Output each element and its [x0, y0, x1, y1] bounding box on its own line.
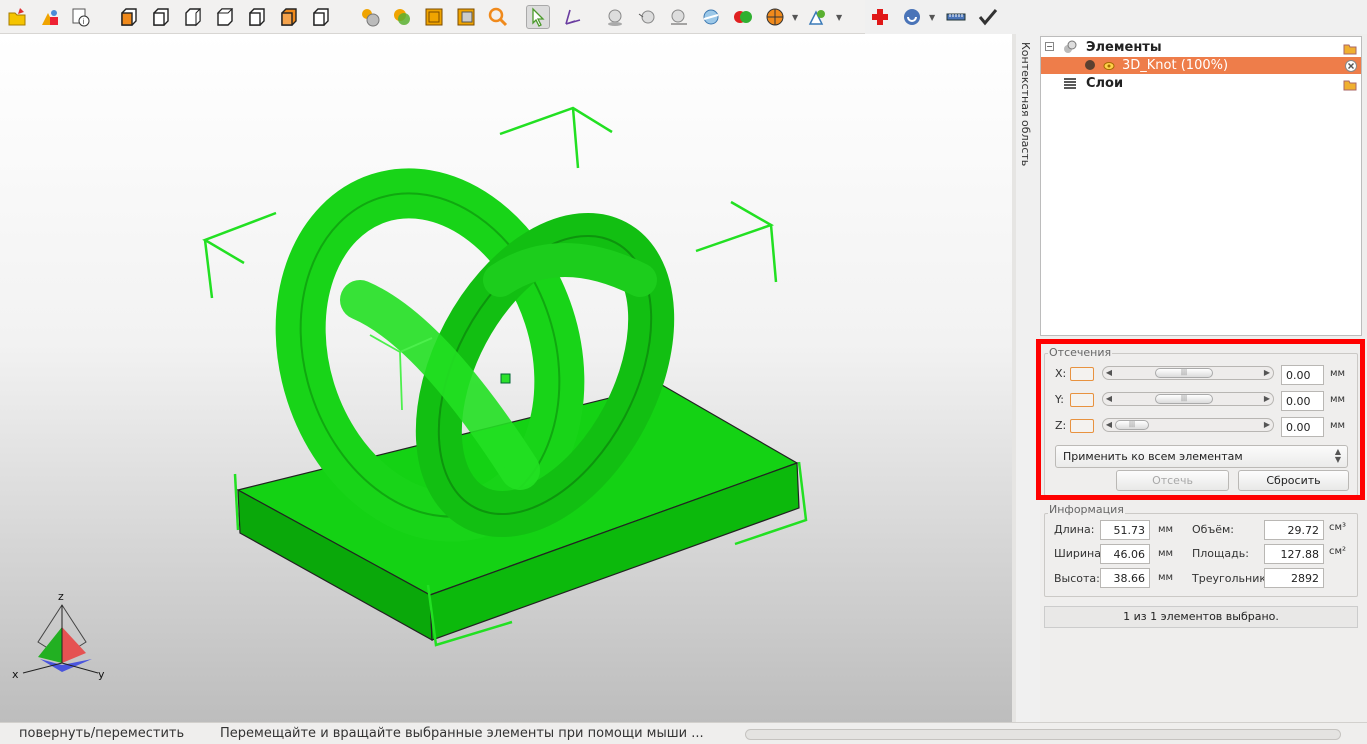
close-icon[interactable]: [1344, 59, 1358, 73]
rotate-icon[interactable]: [635, 5, 659, 29]
object-info-icon[interactable]: i: [69, 5, 93, 29]
render-colored-icon[interactable]: [390, 5, 414, 29]
width-label: Ширина:: [1054, 547, 1105, 560]
context-area-tab[interactable]: Контекстная область: [1018, 40, 1036, 170]
panel-splitter[interactable]: [1012, 34, 1016, 722]
objects-icon: [1064, 40, 1077, 53]
wireframe-icon[interactable]: [422, 5, 446, 29]
view-back-icon[interactable]: [149, 5, 173, 29]
view-iso-icon[interactable]: [309, 5, 333, 29]
object-tree[interactable]: − Элементы 3D_Knot (100%) Слои: [1040, 36, 1362, 336]
width-unit: мм: [1158, 548, 1174, 559]
measure-icon[interactable]: [667, 5, 691, 29]
height-label: Высота:: [1054, 572, 1100, 585]
length-label: Длина:: [1054, 523, 1095, 536]
tree-root-elements[interactable]: − Элементы: [1041, 39, 1361, 56]
zoom-icon[interactable]: [486, 5, 510, 29]
view-top-icon[interactable]: [245, 5, 269, 29]
color-icon[interactable]: [731, 5, 755, 29]
status-hint: Перемещайте и вращайте выбранные элемент…: [220, 726, 704, 741]
view-front-icon[interactable]: [117, 5, 141, 29]
open-file-icon[interactable]: [5, 5, 29, 29]
horizontal-scrollbar[interactable]: [745, 729, 1341, 740]
status-bar: повернуть/переместить Перемещайте и вращ…: [0, 722, 1367, 744]
chevron-down-icon[interactable]: ▼: [929, 13, 935, 22]
pivot-handle[interactable]: [500, 373, 511, 384]
ruler-icon[interactable]: [944, 5, 968, 29]
folder-open-icon[interactable]: [1343, 77, 1357, 91]
export-icon[interactable]: [900, 5, 924, 29]
texture-icon[interactable]: [454, 5, 478, 29]
mesh-icon: [1085, 60, 1095, 70]
move-axis-icon[interactable]: [560, 5, 584, 29]
area-label: Площадь:: [1192, 547, 1249, 560]
scale-icon[interactable]: [603, 5, 627, 29]
volume-unit: см³: [1329, 522, 1347, 533]
3d-scene[interactable]: [0, 34, 1012, 722]
mirror-icon[interactable]: [699, 5, 723, 29]
height-value: 38.66: [1100, 568, 1150, 588]
length-value: 51.73: [1100, 520, 1150, 540]
main-toolbar: i ▼ ▼ ▼: [0, 0, 998, 34]
triangles-label: Треугольники: [1192, 572, 1274, 585]
length-unit: мм: [1158, 524, 1174, 535]
tree-root-layers[interactable]: Слои: [1041, 75, 1361, 92]
view-right-icon[interactable]: [213, 5, 237, 29]
area-value: 127.88: [1264, 544, 1324, 564]
info-title: Информация: [1048, 503, 1125, 516]
view-bottom-icon[interactable]: [277, 5, 301, 29]
axis-label-y: y: [98, 668, 105, 681]
render-shaded-icon[interactable]: [358, 5, 382, 29]
status-mode: повернуть/переместить: [19, 726, 185, 741]
highlight-frame: [1036, 339, 1365, 500]
area-unit: см²: [1329, 546, 1347, 557]
triangles-value: 2892: [1264, 568, 1324, 588]
width-value: 46.06: [1100, 544, 1150, 564]
repair-icon[interactable]: [868, 5, 892, 29]
svg-text:i: i: [83, 18, 85, 26]
height-unit: мм: [1158, 572, 1174, 583]
sphere-map-icon[interactable]: [763, 5, 787, 29]
volume-label: Объём:: [1192, 523, 1234, 536]
tree-item-label: 3D_Knot (100%): [1122, 58, 1229, 73]
view-left-icon[interactable]: [181, 5, 205, 29]
3d-viewport[interactable]: z x y: [0, 34, 1012, 722]
checkmark-icon[interactable]: [976, 5, 1000, 29]
tree-root-label: Элементы: [1086, 40, 1162, 55]
tree-item-3d-knot[interactable]: 3D_Knot (100%): [1041, 57, 1361, 74]
axis-label-z: z: [58, 590, 64, 603]
selection-status: 1 из 1 элементов выбрано.: [1044, 606, 1358, 628]
eye-icon[interactable]: [1102, 59, 1116, 73]
tree-layers-label: Слои: [1086, 76, 1124, 91]
expand-icon[interactable]: −: [1045, 42, 1054, 51]
analyze-icon[interactable]: [806, 5, 830, 29]
volume-value: 29.72: [1264, 520, 1324, 540]
select-pointer-icon[interactable]: [526, 5, 550, 29]
add-shapes-icon[interactable]: [37, 5, 61, 29]
context-area-label: Контекстная область: [1019, 42, 1032, 167]
layers-icon: [1064, 78, 1076, 89]
folder-open-icon[interactable]: [1343, 41, 1357, 55]
chevron-down-icon[interactable]: ▼: [836, 13, 842, 22]
axis-label-x: x: [12, 668, 19, 681]
chevron-down-icon[interactable]: ▼: [792, 13, 798, 22]
